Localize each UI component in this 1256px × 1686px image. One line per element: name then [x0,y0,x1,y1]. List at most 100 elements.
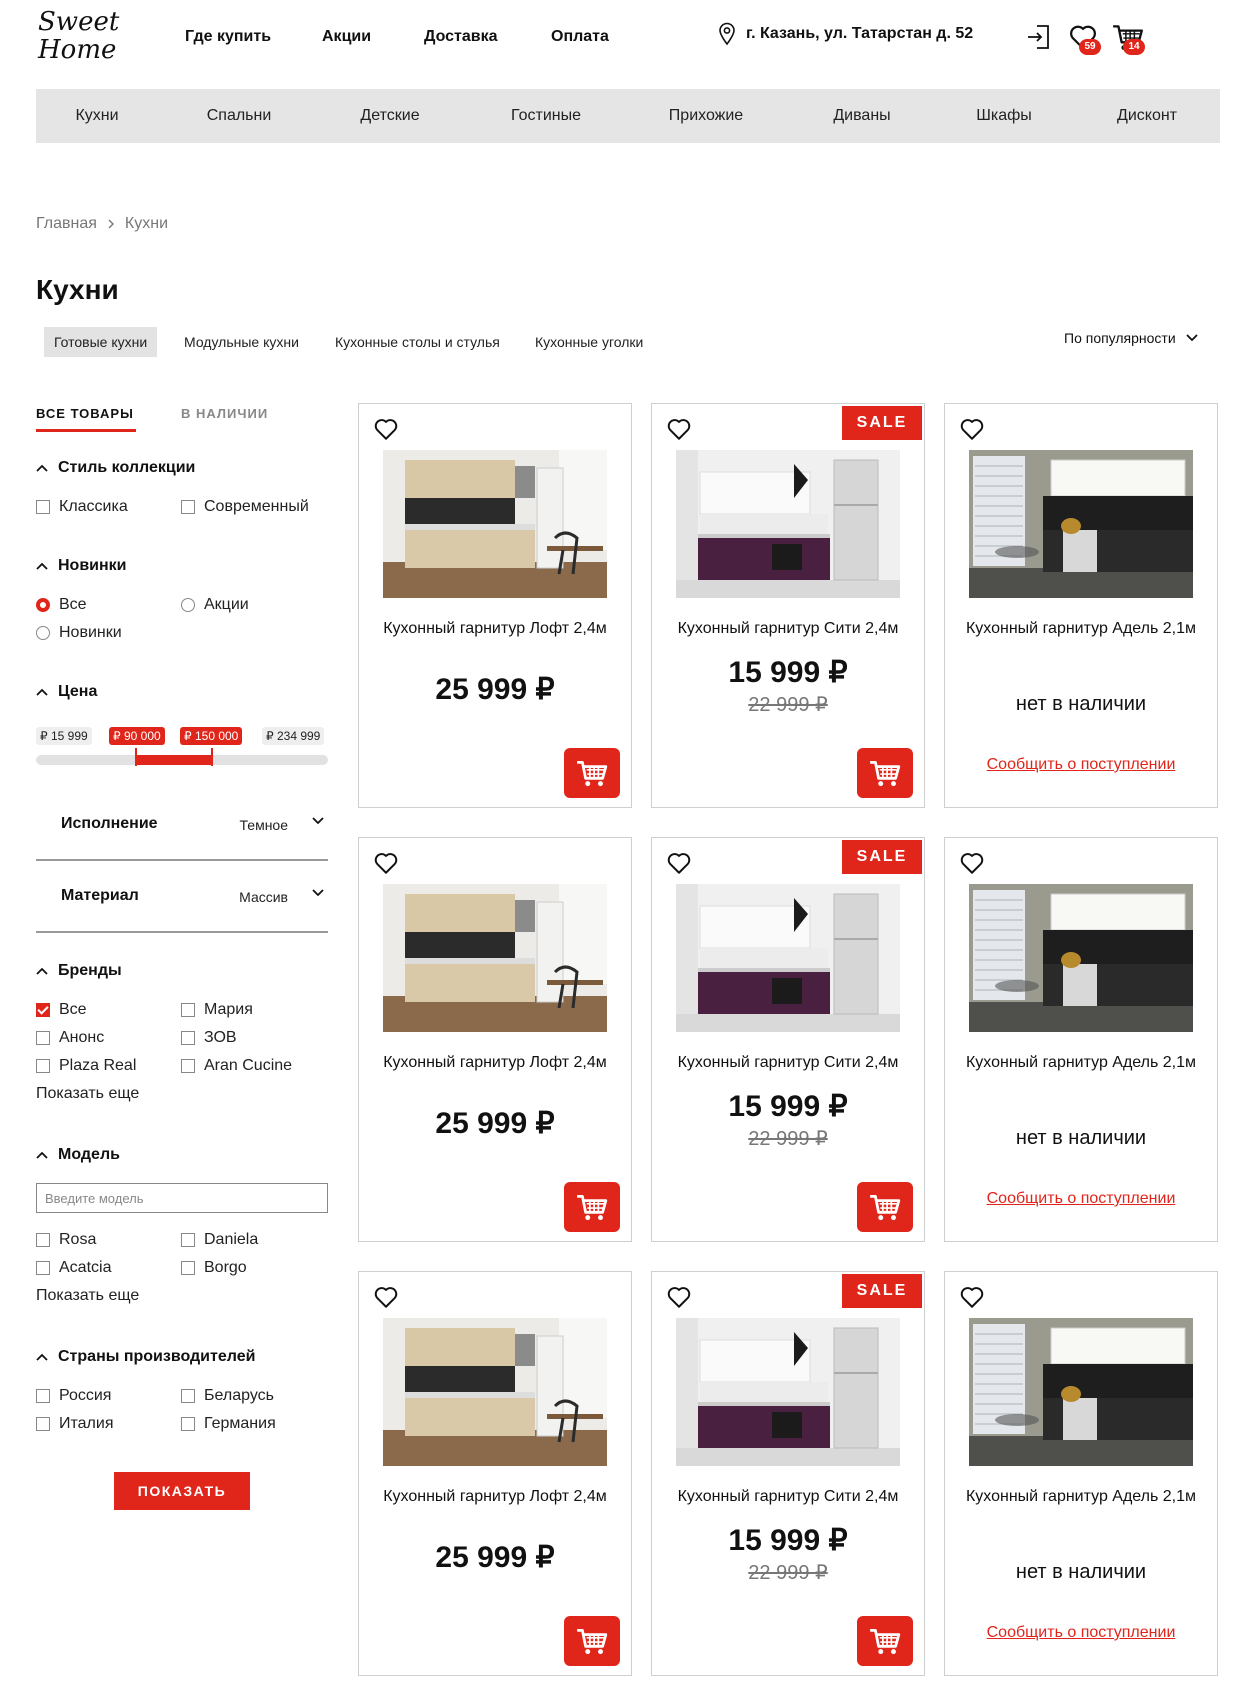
checkbox-modern[interactable]: Современный [181,498,309,516]
sort-dropdown[interactable]: По популярности [1064,330,1198,346]
category-kids[interactable]: Детские [360,89,419,143]
execution-dropdown[interactable]: Исполнение Темное [36,789,328,861]
product-card[interactable]: Кухонный гарнитур Адель 2,1м нет в налич… [944,837,1218,1242]
add-to-cart-button[interactable] [857,1182,913,1232]
checkbox-box[interactable] [181,1003,195,1017]
nav-payment[interactable]: Оплата [551,28,609,46]
checkbox-box[interactable] [36,1261,50,1275]
show-results-button[interactable]: ПОКАЗАТЬ [114,1472,250,1510]
radio-promotions[interactable]: Акции [181,596,249,614]
favorite-heart-icon[interactable] [959,850,985,876]
checkbox-box[interactable] [181,500,195,514]
checkbox-brand-anons[interactable]: Анонс [36,1029,104,1047]
checkbox-box[interactable] [36,500,50,514]
product-name[interactable]: Кухонный гарнитур Адель 2,1м [961,1052,1201,1073]
product-name[interactable]: Кухонный гарнитур Адель 2,1м [961,1486,1201,1507]
checkbox-box[interactable] [36,1003,50,1017]
checkbox-brand-aran-cucine[interactable]: Aran Cucine [181,1057,292,1075]
favorite-heart-icon[interactable] [666,1284,692,1310]
category-hallways[interactable]: Прихожие [669,89,743,143]
checkbox-model-rosa[interactable]: Rosa [36,1231,96,1249]
checkbox-box[interactable] [36,1417,50,1431]
favorite-heart-icon[interactable] [666,850,692,876]
checkbox-brand-maria[interactable]: Мария [181,1001,253,1019]
checkbox-brand-all[interactable]: Все [36,1001,87,1019]
product-image[interactable] [383,884,607,1032]
product-name[interactable]: Кухонный гарнитур Лофт 2,4м [375,1486,615,1507]
radio-all[interactable]: Все [36,596,87,614]
product-image[interactable] [676,450,900,598]
checkbox-country-russia[interactable]: Россия [36,1387,111,1405]
add-to-cart-button[interactable] [564,748,620,798]
section-style[interactable]: Стиль коллекции [36,459,195,477]
checkbox-brand-plaza-real[interactable]: Plaza Real [36,1057,136,1075]
material-dropdown[interactable]: Материал Массив [36,861,328,933]
product-card[interactable]: SALE Кухонный гарнитур Сити 2,4м 15 999 … [651,1271,925,1676]
favorite-heart-icon[interactable] [373,1284,399,1310]
favorite-heart-icon[interactable] [959,1284,985,1310]
add-to-cart-button[interactable] [564,1616,620,1666]
product-card[interactable]: Кухонный гарнитур Адель 2,1м нет в налич… [944,1271,1218,1676]
checkbox-box[interactable] [181,1031,195,1045]
store-address[interactable]: г. Казань, ул. Татарстан д. 52 [718,22,973,46]
checkbox-classic[interactable]: Классика [36,498,128,516]
product-card[interactable]: SALE Кухонный гарнитур Сити 2,4м 15 999 … [651,837,925,1242]
checkbox-box[interactable] [36,1059,50,1073]
notify-availability-link[interactable]: Сообщить о поступлении [945,1624,1217,1642]
product-name[interactable]: Кухонный гарнитур Сити 2,4м [668,1052,908,1073]
breadcrumb-home[interactable]: Главная [36,215,97,233]
favorite-heart-icon[interactable] [959,416,985,442]
checkbox-model-acatcia[interactable]: Acatcia [36,1259,111,1277]
product-card[interactable]: Кухонный гарнитур Лофт 2,4м 25 999 ₽ [358,403,632,808]
favorite-heart-icon[interactable] [373,416,399,442]
checkbox-country-italy[interactable]: Италия [36,1415,113,1433]
product-card[interactable]: SALE Кухонный гарнитур Сити 2,4м 15 999 … [651,403,925,808]
section-model[interactable]: Модель [36,1146,120,1164]
checkbox-brand-zov[interactable]: ЗОВ [181,1029,237,1047]
checkbox-model-daniela[interactable]: Daniela [181,1231,258,1249]
category-kitchens[interactable]: Кухни [75,89,118,143]
checkbox-box[interactable] [181,1261,195,1275]
favorite-heart-icon[interactable] [666,416,692,442]
checkbox-model-borgo[interactable]: Borgo [181,1259,247,1277]
model-search-input[interactable] [36,1183,328,1213]
product-name[interactable]: Кухонный гарнитур Адель 2,1м [961,618,1201,639]
filter-tab-all[interactable]: ВСЕ ТОВАРЫ [36,406,134,421]
notify-availability-link[interactable]: Сообщить о поступлении [945,1190,1217,1208]
product-image[interactable] [383,1318,607,1466]
checkbox-box[interactable] [181,1233,195,1247]
product-image[interactable] [969,884,1193,1032]
login-icon[interactable] [1024,22,1054,52]
product-card[interactable]: Кухонный гарнитур Лофт 2,4м 25 999 ₽ [358,837,632,1242]
product-name[interactable]: Кухонный гарнитур Сити 2,4м [668,1486,908,1507]
category-living-rooms[interactable]: Гостиные [511,89,581,143]
product-name[interactable]: Кухонный гарнитур Сити 2,4м [668,618,908,639]
filter-tab-instock[interactable]: В НАЛИЧИИ [181,406,268,421]
price-slider-handle-min[interactable] [135,748,137,766]
checkbox-box[interactable] [36,1389,50,1403]
add-to-cart-button[interactable] [857,1616,913,1666]
radio-button[interactable] [36,626,50,640]
section-countries[interactable]: Страны производителей [36,1348,255,1366]
notify-availability-link[interactable]: Сообщить о поступлении [945,756,1217,774]
category-wardrobes[interactable]: Шкафы [976,89,1032,143]
nav-where-to-buy[interactable]: Где купить [185,28,271,46]
product-image[interactable] [676,1318,900,1466]
product-card[interactable]: Кухонный гарнитур Лофт 2,4м 25 999 ₽ [358,1271,632,1676]
logo[interactable]: Sweet Home [38,8,119,64]
brands-show-more-link[interactable]: Показать еще [36,1085,139,1103]
checkbox-box[interactable] [36,1233,50,1247]
product-image[interactable] [676,884,900,1032]
product-name[interactable]: Кухонный гарнитур Лофт 2,4м [375,1052,615,1073]
add-to-cart-button[interactable] [857,748,913,798]
checkbox-box[interactable] [181,1417,195,1431]
product-image[interactable] [383,450,607,598]
product-card[interactable]: Кухонный гарнитур Адель 2,1м нет в налич… [944,403,1218,808]
section-price[interactable]: Цена [36,683,97,701]
nav-delivery[interactable]: Доставка [424,28,498,46]
subtab-tables-chairs[interactable]: Кухонные столы и стулья [325,327,510,357]
product-image[interactable] [969,450,1193,598]
checkbox-box[interactable] [36,1031,50,1045]
category-bedrooms[interactable]: Спальни [207,89,272,143]
add-to-cart-button[interactable] [564,1182,620,1232]
